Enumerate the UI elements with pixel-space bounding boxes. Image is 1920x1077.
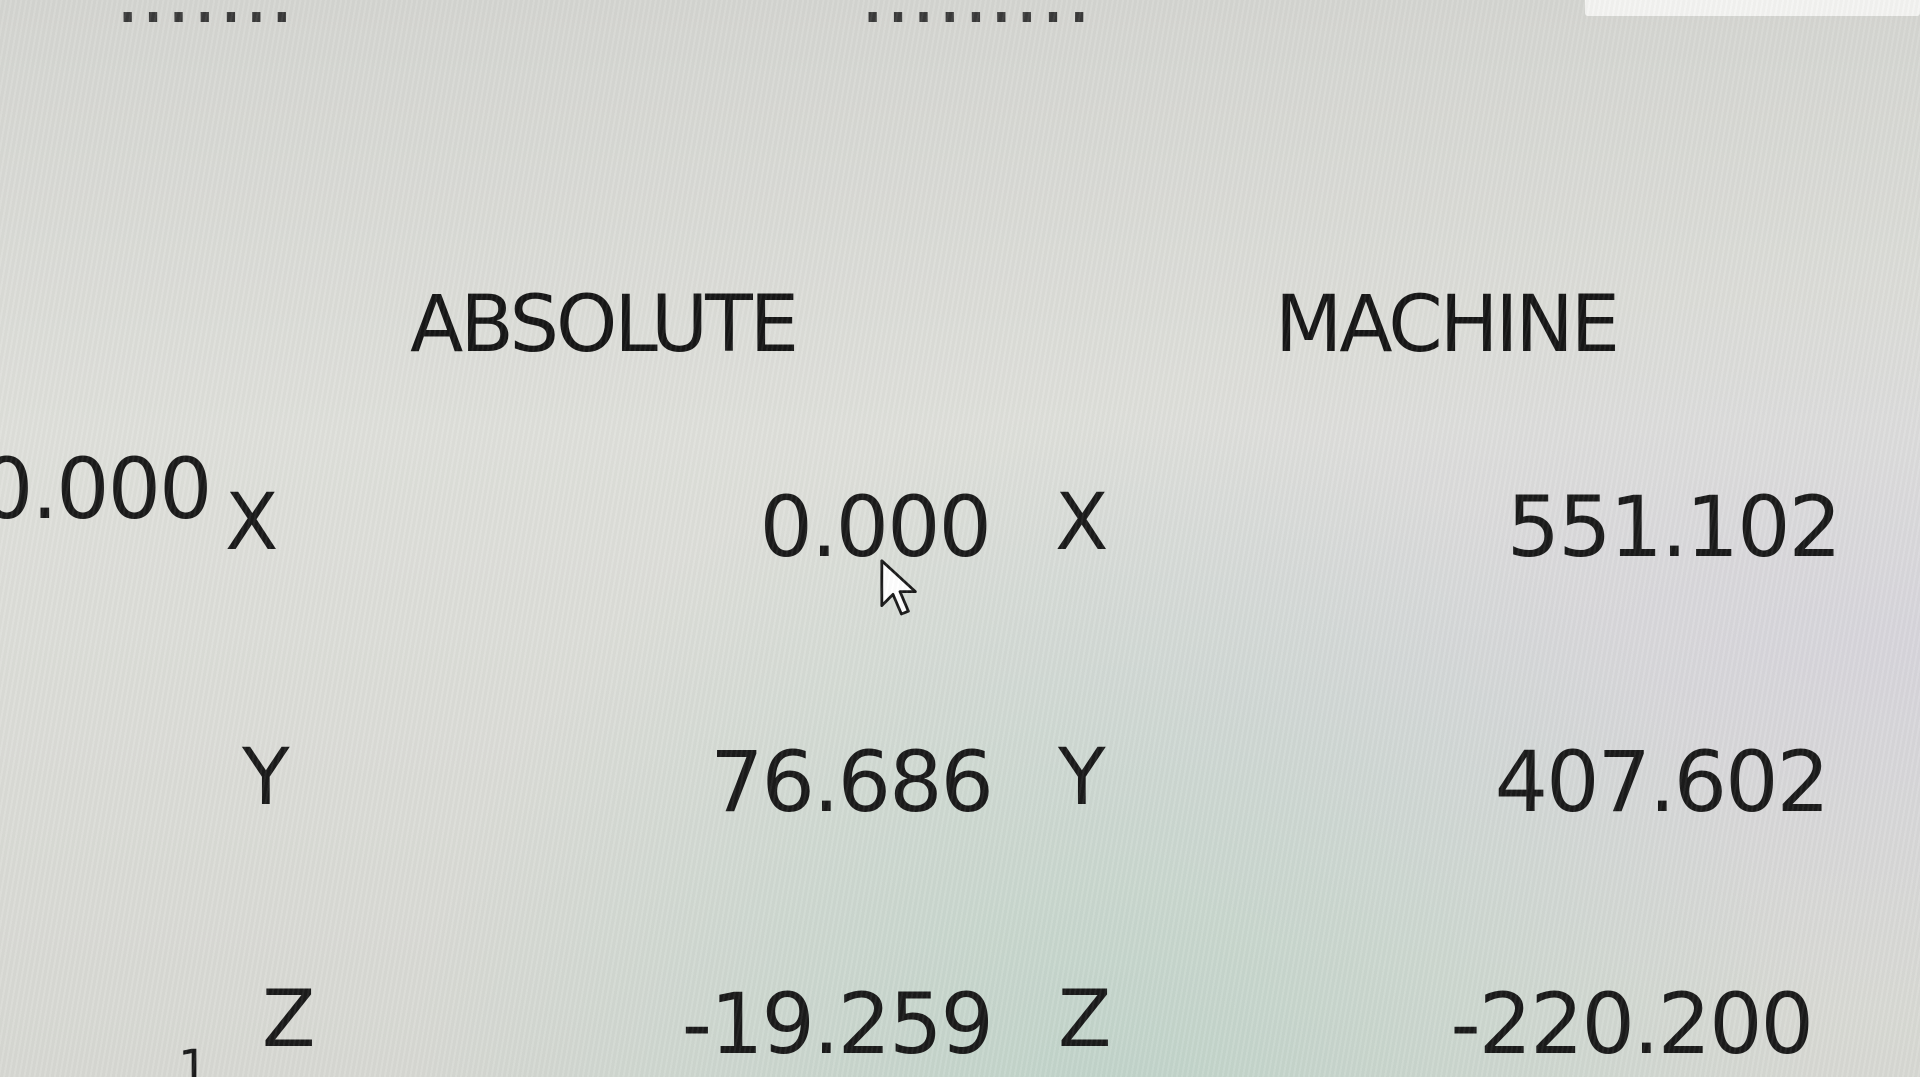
machine-z-value: -220.200 <box>1450 975 1814 1073</box>
header-machine: MACHINE <box>1275 280 1620 370</box>
left-partial-index: 1 <box>178 1040 209 1077</box>
machine-y-value: 407.602 <box>1494 733 1830 831</box>
absolute-z-value: -19.259 <box>681 975 994 1073</box>
top-fragment-left: ...:... <box>115 0 295 41</box>
top-highlight-field <box>1585 0 1920 16</box>
left-partial-value: 0.000 <box>0 440 212 538</box>
absolute-z-label: Z <box>262 975 316 1065</box>
top-fragment-middle: ...:...:. <box>860 0 1092 41</box>
absolute-y-value: 76.686 <box>710 733 994 831</box>
machine-x-value: 551.102 <box>1506 478 1842 576</box>
absolute-x-label: X <box>225 478 279 568</box>
machine-y-label: Y <box>1058 733 1106 823</box>
mouse-pointer-icon <box>880 559 917 616</box>
top-status-bar: ...:... ...:...:. <box>0 0 1920 41</box>
cnc-position-display: ...:... ...:...:. 0.000 1 ABSOLUTE MACHI… <box>0 0 1920 1077</box>
machine-x-label: X <box>1055 478 1109 568</box>
header-absolute: ABSOLUTE <box>410 280 799 370</box>
machine-z-label: Z <box>1058 975 1112 1065</box>
absolute-y-label: Y <box>242 733 290 823</box>
